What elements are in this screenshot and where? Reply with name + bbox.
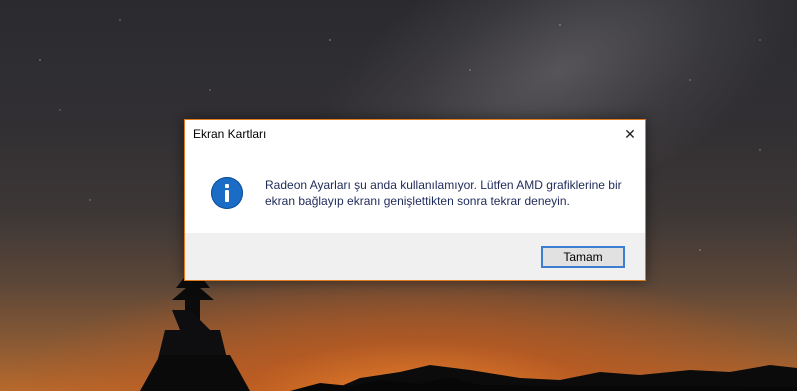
dialog-title: Ekran Kartları <box>193 127 267 141</box>
dialog-titlebar[interactable]: Ekran Kartları ✕ <box>185 120 645 148</box>
close-icon: ✕ <box>624 125 636 142</box>
ok-button[interactable]: Tamam <box>541 246 625 268</box>
message-dialog: Ekran Kartları ✕ Radeon Ayarları şu anda… <box>184 119 646 281</box>
dialog-message: Radeon Ayarları şu anda kullanılamıyor. … <box>265 178 622 208</box>
info-icon <box>211 177 243 209</box>
close-button[interactable]: ✕ <box>615 120 645 148</box>
